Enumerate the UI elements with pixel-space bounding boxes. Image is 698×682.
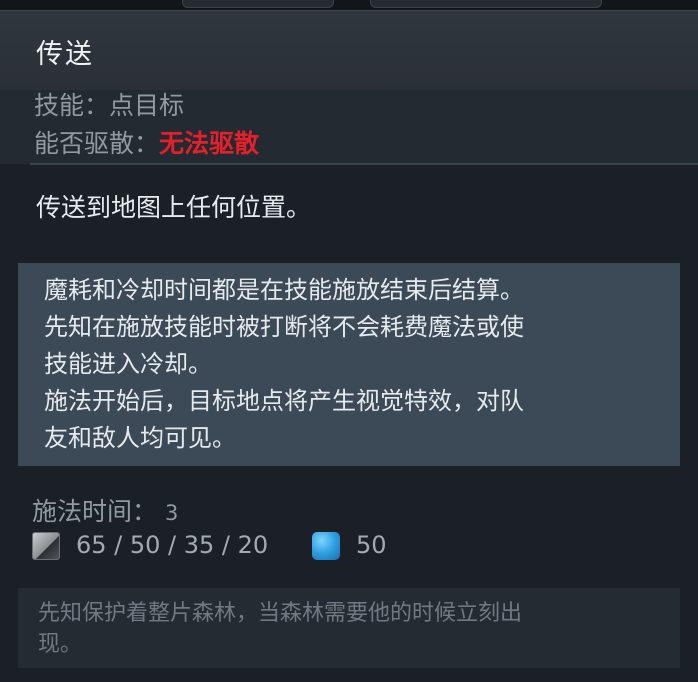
skill-type-row: 技能：点目标 [34, 86, 184, 122]
skill-type-value: 点目标 [109, 91, 185, 120]
divider [30, 163, 698, 165]
cooldown-icon [32, 532, 60, 560]
ability-attributes: 技能：点目标 能否驱散：无法驱散 [0, 90, 698, 164]
dispel-row: 能否驱散：无法驱散 [34, 124, 259, 160]
mana-icon [312, 532, 340, 560]
top-strip [0, 0, 698, 10]
note-line: 施法开始后，目标地点将产生视觉特效，对队 [44, 387, 524, 415]
ability-description: 传送到地图上任何位置。 [36, 193, 312, 222]
dispel-label: 能否驱散： [34, 129, 160, 158]
ability-title: 传送 [36, 39, 94, 70]
note-line: 先知在施放技能时被打断将不会耗费魔法或使 [44, 313, 524, 341]
top-tab-right [370, 0, 602, 8]
lore-line: 现。 [38, 632, 83, 657]
cast-time-value: 3 [165, 501, 179, 525]
ability-lore: 先知保护着整片森林，当森林需要他的时候立刻出 现。 [18, 588, 680, 668]
top-tab-left [182, 0, 334, 8]
mana-cost-value: 50 [356, 531, 387, 559]
note-line: 魔耗和冷却时间都是在技能施放结束后结算。 [44, 276, 524, 304]
tooltip-header: 传送 [0, 10, 698, 91]
cast-time-label: 施法时间： [32, 497, 158, 526]
skill-type-label: 技能： [34, 91, 110, 120]
ability-notes: 魔耗和冷却时间都是在技能施放结束后结算。 先知在施放技能时被打断将不会耗费魔法或… [18, 263, 680, 466]
lore-line: 先知保护着整片森林，当森林需要他的时候立刻出 [38, 601, 523, 626]
dispel-value: 无法驱散 [159, 129, 260, 158]
note-line: 技能进入冷却。 [44, 350, 212, 378]
note-line: 友和敌人均可见。 [44, 424, 236, 452]
cast-time: 施法时间： 3 [32, 492, 178, 528]
cooldown-value: 65 / 50 / 35 / 20 [76, 531, 269, 559]
